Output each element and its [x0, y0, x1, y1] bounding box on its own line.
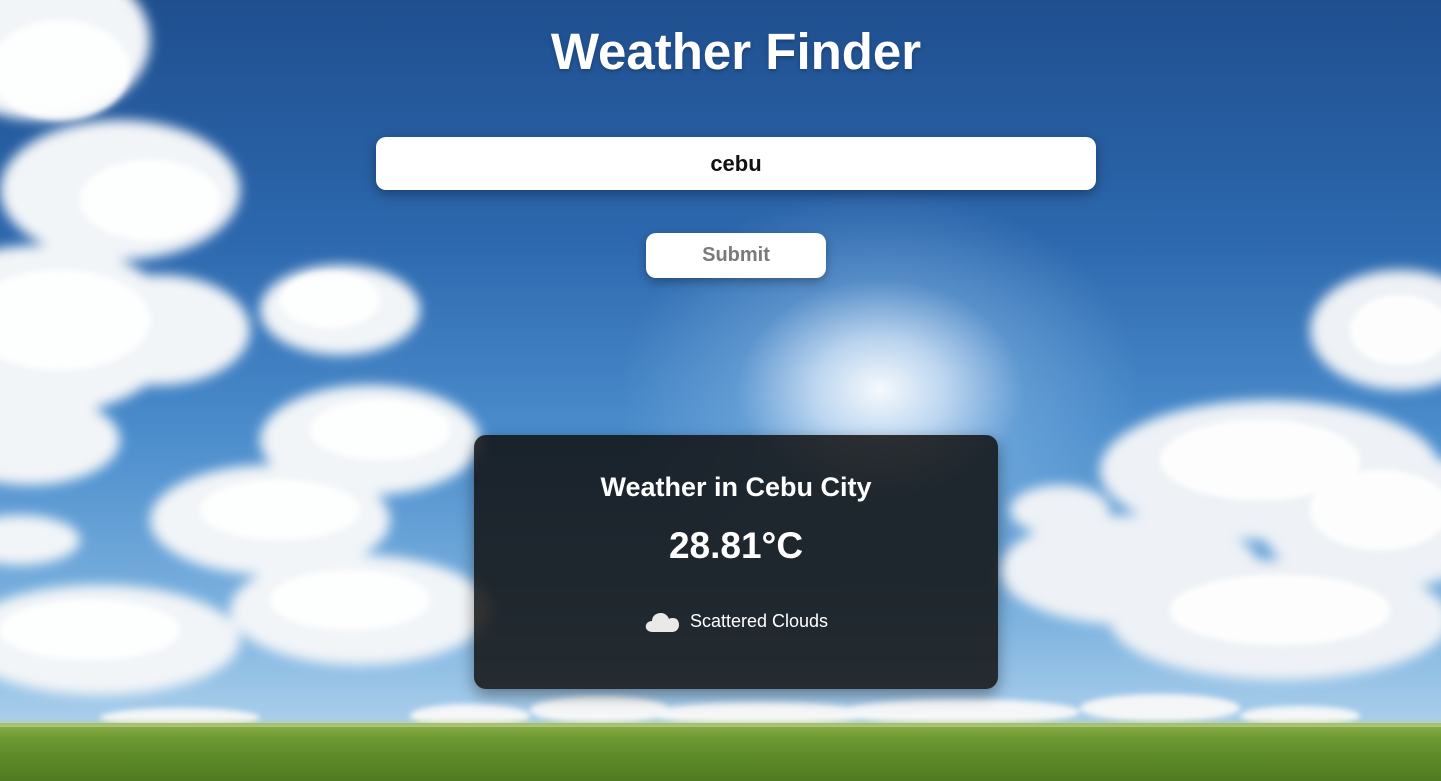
city-search-input[interactable] [376, 137, 1096, 190]
weather-description: Scattered Clouds [689, 610, 829, 631]
weather-result-card: Weather in Cebu City 28.81°C Scattered C… [474, 435, 998, 689]
temperature-value: 28.81°C [668, 525, 804, 566]
weather-finder-page: Weather Finder Submit Weather in Cebu Ci… [0, 0, 1441, 781]
weather-description-row: Scattered Clouds [474, 608, 998, 634]
weather-location-heading: Weather in Cebu City [600, 472, 872, 502]
submit-button[interactable]: Submit [646, 233, 826, 278]
page-title: Weather Finder [550, 23, 922, 80]
grass-field [0, 717, 1441, 781]
cloud-icon [644, 608, 680, 634]
